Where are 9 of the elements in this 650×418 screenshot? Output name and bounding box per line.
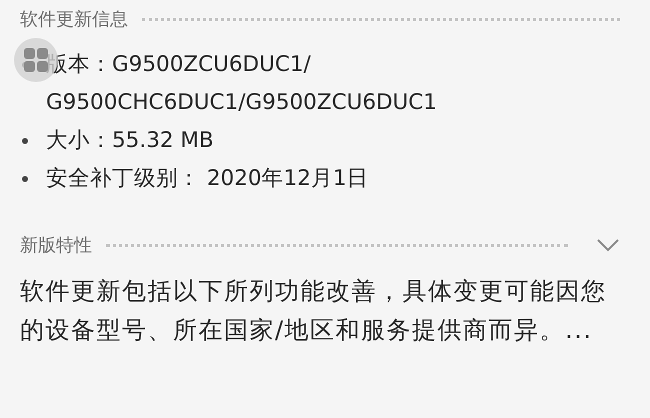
bullet-icon [22, 138, 28, 144]
info-text: 版本：G9500ZCU6DUC1/ G9500CHC6DUC1/G9500ZCU6DUC1 [46, 51, 438, 117]
chevron-icon[interactable] [596, 238, 620, 252]
info-text: 大小：55.32 MB [46, 127, 215, 155]
bullet-icon [22, 176, 28, 182]
info-text: 安全补丁级别： 2020年12月1日 [46, 165, 370, 193]
section-title: 新版特性 [20, 234, 92, 257]
description-text: 软件更新包括以下所列功能改善，具体变更可能因您的设备型号、所在国家/地区和服务提供商而异。... [20, 276, 608, 346]
section-title: 软件更新信息 [20, 8, 128, 31]
